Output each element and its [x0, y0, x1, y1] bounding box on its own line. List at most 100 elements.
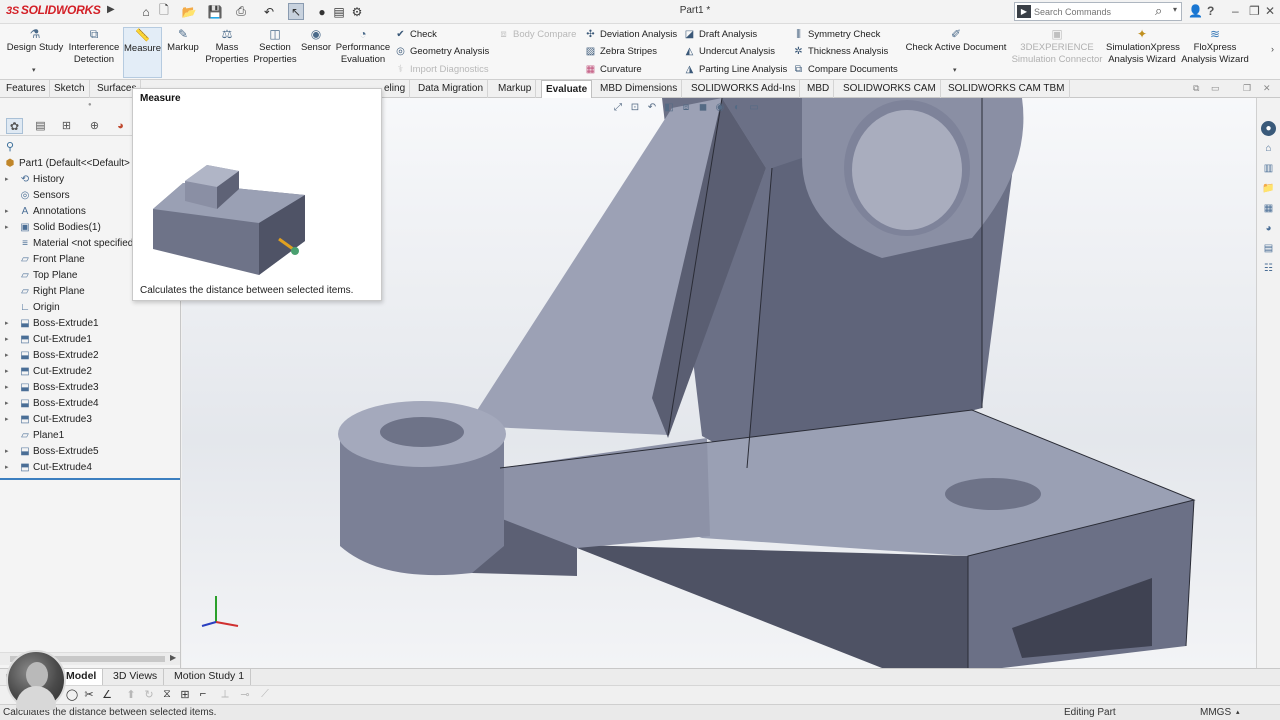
save-icon[interactable]: 💾 — [208, 3, 223, 20]
appearances-icon[interactable]: ◕ — [1261, 221, 1276, 236]
tab-solidworks-cam[interactable]: SOLIDWORKS CAM — [839, 80, 941, 98]
scroll-right-icon[interactable]: ▶ — [170, 653, 176, 662]
mass-properties-button[interactable]: ⚖ Mass Properties — [204, 27, 250, 66]
expand-arrow-icon[interactable]: ▸ — [5, 204, 13, 220]
options-gear-icon[interactable]: ⚙ — [350, 3, 364, 20]
model-face-boss-hole[interactable] — [380, 417, 464, 447]
search-commands-box[interactable]: ▶ ⌕ ▾ — [1014, 2, 1182, 21]
zoom-to-fit-icon[interactable]: ⤢ — [612, 102, 624, 114]
search-icon[interactable]: ⌕ — [1155, 3, 1162, 19]
minimize-icon[interactable]: – — [1232, 4, 1239, 18]
expand-arrow-icon[interactable]: ▸ — [5, 332, 13, 348]
smart-dimension-icon[interactable]: ∠ — [100, 688, 114, 701]
rollback-bar[interactable] — [0, 478, 180, 480]
markup-button[interactable]: ✎ Markup — [164, 27, 202, 54]
ribbon-more-icon[interactable]: › — [1271, 44, 1274, 54]
performance-evaluation-button[interactable]: ◔ Performance Evaluation — [334, 27, 392, 66]
filter-icon[interactable]: ⚲ — [6, 140, 14, 153]
tree-node[interactable]: ∟ Origin — [0, 300, 180, 316]
dimxpert-tab-icon[interactable]: ⊕ — [86, 118, 103, 134]
undo-icon[interactable]: ↶ — [262, 3, 276, 20]
zoom-to-area-icon[interactable]: ⊡ — [629, 102, 641, 114]
mirror-icon[interactable]: ⧖ — [160, 688, 174, 701]
doc-restore-icon[interactable]: ❐ — [1243, 83, 1251, 94]
zebra-stripes-button[interactable]: ▨ Zebra Stripes — [584, 44, 657, 59]
sensor-button[interactable]: ◉ Sensor — [300, 27, 332, 54]
measure-button[interactable]: 📏 Measure — [123, 27, 162, 78]
file-explorer-icon[interactable]: 📁 — [1261, 181, 1276, 196]
chevron-down-icon[interactable]: ▾ — [32, 66, 36, 74]
expand-arrow-icon[interactable]: ▸ — [5, 172, 13, 188]
fillet-icon[interactable]: ⟂ — [218, 688, 232, 701]
interference-detection-button[interactable]: ⧉ Interference Detection — [67, 27, 121, 66]
tab-features[interactable]: Features — [2, 80, 51, 98]
user-account-icon[interactable]: 👤 — [1188, 4, 1203, 18]
trim-icon[interactable]: ✂ — [82, 688, 96, 701]
chevron-down-icon[interactable]: ▾ — [953, 66, 957, 74]
parting-line-analysis-button[interactable]: ◮ Parting Line Analysis — [683, 62, 788, 77]
tree-node[interactable]: ▱ Plane1 — [0, 428, 180, 444]
model-face-base-hole[interactable] — [945, 478, 1041, 510]
tree-node[interactable]: ▸ ⬒ Cut-Extrude2 — [0, 364, 180, 380]
view-palette-icon[interactable]: ▦ — [1261, 201, 1276, 216]
close-icon[interactable]: ✕ — [1265, 4, 1275, 18]
propertymanager-tab-icon[interactable]: ▤ — [32, 118, 49, 134]
previous-view-icon[interactable]: ↶ — [646, 102, 658, 114]
expand-arrow-icon[interactable]: ▸ — [5, 396, 13, 412]
offset-icon[interactable]: ⌐ — [196, 688, 210, 700]
design-library-icon[interactable]: ▥ — [1261, 161, 1276, 176]
section-properties-button[interactable]: ◫ Section Properties — [252, 27, 298, 66]
draft-analysis-button[interactable]: ◪ Draft Analysis — [683, 27, 757, 42]
pattern-icon[interactable]: ⊞ — [178, 688, 192, 701]
search-scope-icon[interactable]: ▶ — [1017, 5, 1031, 18]
tab-evaluate[interactable]: Evaluate — [541, 80, 593, 98]
tab-mbd[interactable]: MBD — [803, 80, 835, 98]
expand-arrow-icon[interactable]: ▸ — [5, 316, 13, 332]
tab-data-migration[interactable]: Data Migration — [414, 80, 489, 98]
tree-node[interactable]: ▸ ⬓ Boss-Extrude2 — [0, 348, 180, 364]
select-arrow-icon[interactable]: ↖ — [288, 3, 304, 20]
custom-properties-icon[interactable]: ▤ — [1261, 241, 1276, 256]
tab-modeling-partial[interactable]: eling — [380, 80, 411, 98]
floxpress-button[interactable]: ≋ FloXpress Analysis Wizard — [1180, 27, 1250, 66]
tab-solidworks-add-ins[interactable]: SOLIDWORKS Add-Ins — [687, 80, 801, 98]
symmetry-check-button[interactable]: ⫼ Symmetry Check — [792, 27, 880, 42]
doc-close-icon[interactable]: ✕ — [1263, 83, 1271, 94]
restore-icon[interactable]: ❐ — [1249, 4, 1260, 18]
display-manager-tab-icon[interactable]: ◕ — [112, 118, 129, 134]
convert-entities-icon[interactable]: ⊸ — [238, 688, 252, 701]
expand-arrow-icon[interactable]: ▸ — [5, 444, 13, 460]
tree-node[interactable]: ▸ ⬓ Boss-Extrude4 — [0, 396, 180, 412]
simulationxpress-button[interactable]: ✦ SimulationXpress Analysis Wizard — [1106, 27, 1180, 66]
tree-node[interactable]: ▸ ⬓ Boss-Extrude5 — [0, 444, 180, 460]
search-input[interactable] — [1034, 4, 1154, 19]
featuremanager-tab-icon[interactable]: ✿ — [6, 118, 23, 134]
solidworks-resources-icon[interactable]: ● — [1261, 121, 1276, 136]
view-orientation-icon[interactable]: ⧈ — [680, 102, 692, 114]
tree-node[interactable]: ▸ ⬒ Cut-Extrude3 — [0, 412, 180, 428]
tree-node[interactable]: ▸ ⬒ Cut-Extrude1 — [0, 332, 180, 348]
body-compare-button[interactable]: ⧈ Body Compare — [497, 27, 576, 42]
solidworks-logo[interactable]: 3S SOLIDWORKS — [6, 3, 101, 17]
home-icon[interactable]: ⌂ — [139, 3, 153, 20]
circle-icon[interactable]: ◯ — [65, 688, 79, 701]
tab-solidworks-cam-tbm[interactable]: SOLIDWORKS CAM TBM — [944, 80, 1070, 98]
expand-arrow-icon[interactable]: ▸ — [5, 364, 13, 380]
menu-expand-arrow-icon[interactable]: ▶ — [107, 4, 115, 15]
panel-splitter-grip[interactable]: ‹ — [180, 468, 181, 477]
tab-markup[interactable]: Markup — [494, 80, 537, 98]
model-face-base-underside[interactable] — [577, 545, 968, 668]
experience-simulation-connector-button[interactable]: ▣ 3DEXPERIENCE Simulation Connector — [1010, 27, 1104, 66]
model-face-bore[interactable] — [852, 110, 962, 230]
forum-icon[interactable]: ☷ — [1261, 261, 1276, 276]
new-document-icon[interactable]: 🗋 — [157, 3, 171, 20]
tile-icon[interactable]: ⧉ — [1193, 83, 1199, 94]
expand-arrow-icon[interactable]: ▸ — [5, 380, 13, 396]
revolve-icon[interactable]: ↻ — [142, 688, 156, 701]
extrude-icon[interactable]: ⬆ — [124, 688, 138, 701]
chevron-down-icon[interactable]: ▾ — [1173, 5, 1177, 14]
tab-model[interactable]: Model — [60, 669, 104, 685]
import-diagnostics-button[interactable]: ⚕ Import Diagnostics — [394, 62, 489, 77]
panel-drag-handle[interactable]: ● — [88, 102, 92, 108]
help-icon[interactable]: ? — [1207, 4, 1214, 18]
